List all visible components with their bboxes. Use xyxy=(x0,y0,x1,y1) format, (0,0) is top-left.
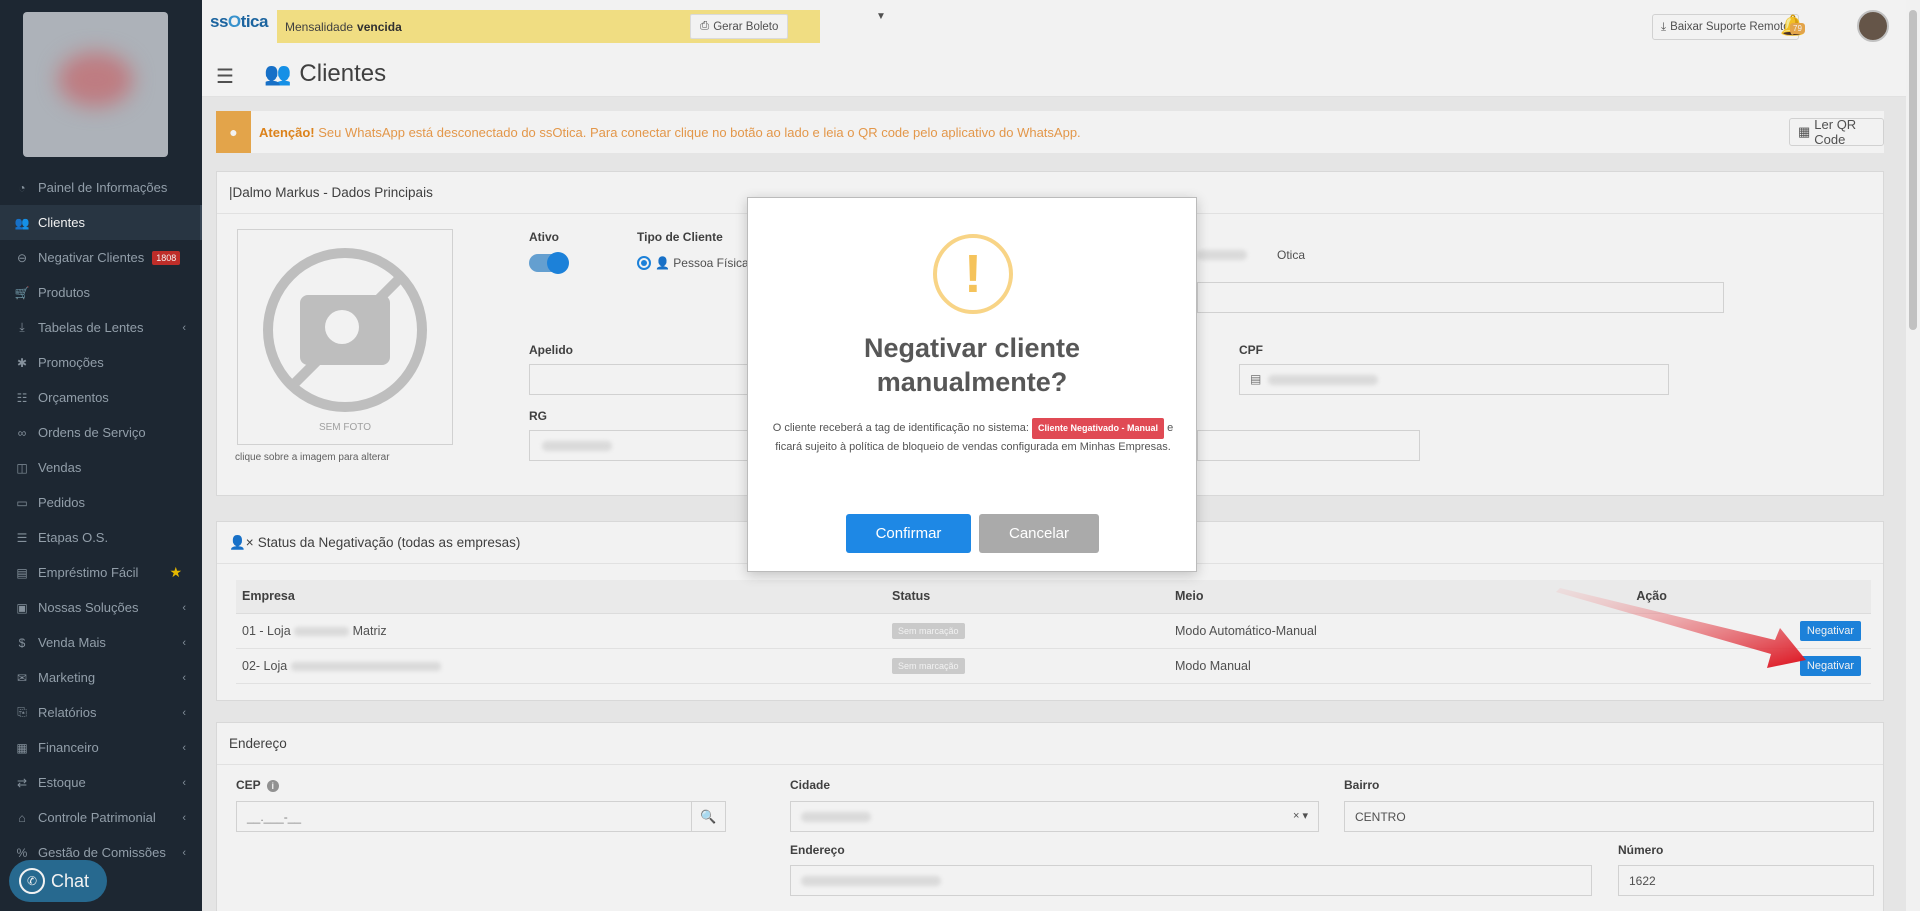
confirm-dialog: ! Negativar cliente manualmente? O clien… xyxy=(747,197,1197,572)
scrollbar-thumb[interactable] xyxy=(1909,10,1917,330)
confirm-button[interactable]: Confirmar xyxy=(846,514,971,553)
dialog-body: O cliente receberá a tag de identificaçã… xyxy=(766,418,1180,456)
warning-icon: ! xyxy=(933,234,1013,314)
page-scrollbar[interactable] xyxy=(1906,0,1920,911)
negativated-tag: Cliente Negativado - Manual xyxy=(1032,418,1165,439)
dialog-body-text: O cliente receberá a tag de identificaçã… xyxy=(772,422,1029,434)
cancel-button[interactable]: Cancelar xyxy=(979,514,1099,553)
dialog-title: Negativar cliente manualmente? xyxy=(863,333,1081,397)
